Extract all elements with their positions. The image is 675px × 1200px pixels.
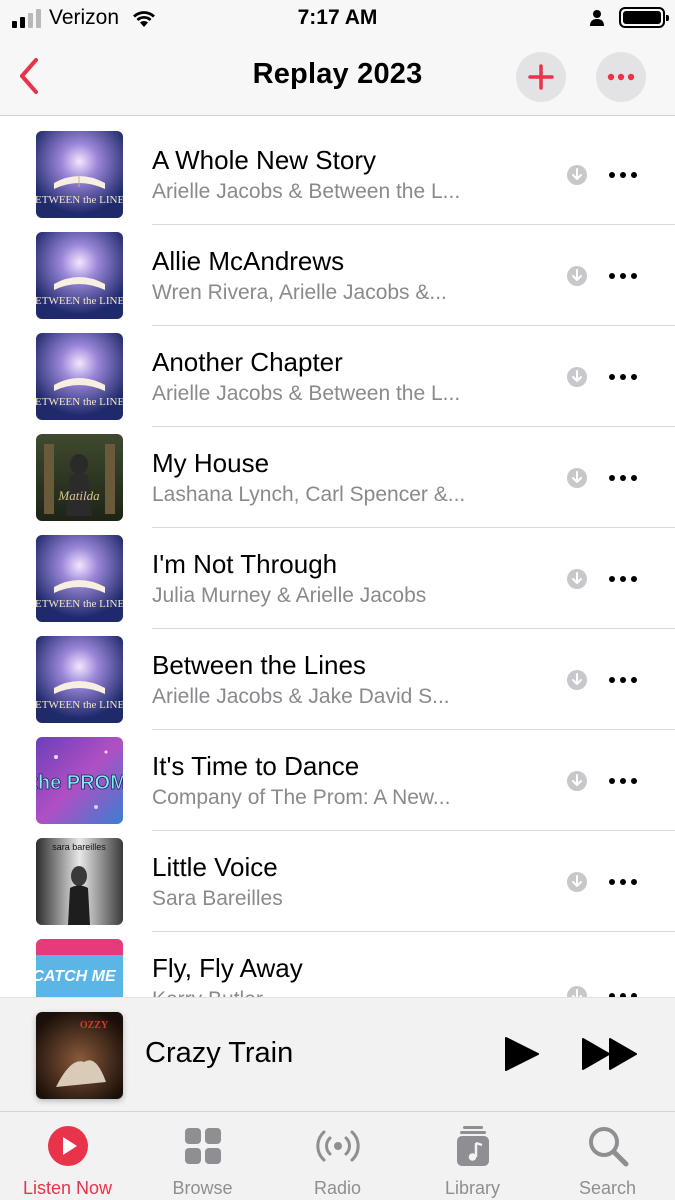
song-artist: Kerry Butler bbox=[152, 987, 552, 997]
svg-text:BETWEEN the LINES: BETWEEN the LINES bbox=[36, 295, 123, 307]
row-more-icon[interactable] bbox=[608, 675, 638, 685]
album-art: Matilda bbox=[36, 434, 123, 521]
row-more-icon[interactable] bbox=[608, 574, 638, 584]
tab-label: Search bbox=[578, 1178, 637, 1198]
song-artist: Arielle Jacobs & Between the L... bbox=[152, 180, 461, 203]
svg-text:Matilda: Matilda bbox=[57, 488, 100, 503]
row-more-icon[interactable] bbox=[608, 776, 638, 786]
play-circle-icon bbox=[48, 1126, 88, 1166]
song-row[interactable]: BETWEEN the LINES I'm Not Through Julia … bbox=[0, 521, 675, 629]
album-art: BETWEEN the LINES bbox=[36, 333, 123, 420]
page-title: Replay 2023 bbox=[252, 58, 423, 90]
download-icon[interactable] bbox=[566, 669, 588, 691]
song-title: Little Voice bbox=[152, 852, 278, 882]
album-art: the PROM bbox=[36, 737, 123, 824]
row-more-icon[interactable] bbox=[608, 271, 638, 281]
song-title: Allie McAndrews bbox=[152, 246, 345, 276]
song-title: I'm Not Through bbox=[152, 549, 338, 579]
song-row[interactable]: BETWEEN the LINES Allie McAndrews Wren R… bbox=[0, 218, 675, 326]
album-art: CATCH ME bbox=[36, 939, 123, 997]
song-artist: Sara Bareilles bbox=[152, 887, 283, 910]
song-row[interactable]: BETWEEN the LINES Another Chapter Ariell… bbox=[0, 319, 675, 427]
fast-forward-icon[interactable] bbox=[580, 1036, 640, 1072]
download-icon[interactable] bbox=[566, 568, 588, 590]
tab-search[interactable]: Search bbox=[540, 1120, 675, 1200]
song-title: Between the Lines bbox=[152, 650, 366, 680]
download-icon[interactable] bbox=[566, 164, 588, 186]
mini-player[interactable]: OZZY Crazy Train bbox=[0, 997, 675, 1111]
download-icon[interactable] bbox=[566, 770, 588, 792]
song-row[interactable]: CATCH ME Fly, Fly Away Kerry Butler bbox=[0, 925, 675, 997]
song-title: Another Chapter bbox=[152, 347, 343, 377]
grid-icon bbox=[185, 1128, 221, 1164]
download-icon[interactable] bbox=[566, 265, 588, 287]
song-artist: Lashana Lynch, Carl Spencer &... bbox=[152, 483, 466, 506]
song-title: Fly, Fly Away bbox=[152, 953, 303, 983]
tab-label: Radio bbox=[313, 1178, 362, 1198]
svg-text:OZZY: OZZY bbox=[80, 1020, 109, 1031]
row-more-icon[interactable] bbox=[608, 372, 638, 382]
tab-label: Listen Now bbox=[22, 1178, 113, 1198]
plus-icon bbox=[528, 64, 554, 90]
play-icon[interactable] bbox=[503, 1036, 541, 1072]
song-artist: Arielle Jacobs & Jake David S... bbox=[152, 685, 450, 708]
svg-text:sara bareilles: sara bareilles bbox=[52, 842, 106, 852]
song-title: It's Time to Dance bbox=[152, 751, 360, 781]
search-icon bbox=[589, 1127, 629, 1167]
row-more-icon[interactable] bbox=[608, 170, 638, 180]
song-row[interactable]: the PROM It's Time to Dance Company of T… bbox=[0, 723, 675, 831]
song-row[interactable]: BETWEEN the LINES Between the Lines Arie… bbox=[0, 622, 675, 730]
nav-bar: Replay 2023 bbox=[0, 38, 675, 116]
more-options-button[interactable] bbox=[596, 52, 646, 102]
song-title: My House bbox=[152, 448, 270, 478]
radio-waves-icon bbox=[316, 1130, 360, 1162]
download-icon[interactable] bbox=[566, 871, 588, 893]
row-more-icon[interactable] bbox=[608, 473, 638, 483]
album-art: BETWEEN the LINES bbox=[36, 535, 123, 622]
download-icon[interactable] bbox=[566, 467, 588, 489]
svg-text:CATCH ME: CATCH ME bbox=[36, 968, 117, 985]
svg-text:BETWEEN the LINES: BETWEEN the LINES bbox=[36, 598, 123, 610]
song-row[interactable]: Matilda My House Lashana Lynch, Carl Spe… bbox=[0, 420, 675, 528]
album-art: BETWEEN the LINES bbox=[36, 636, 123, 723]
now-playing-art: OZZY bbox=[36, 1012, 123, 1099]
tab-radio[interactable]: Radio bbox=[270, 1120, 405, 1200]
song-title: A Whole New Story bbox=[152, 145, 376, 175]
song-row[interactable]: BETWEEN the LINES A Whole New Story Arie… bbox=[0, 117, 675, 225]
person-icon bbox=[590, 9, 604, 26]
tab-label: Library bbox=[444, 1178, 501, 1198]
song-artist: Company of The Prom: A New... bbox=[152, 786, 451, 809]
add-button[interactable] bbox=[516, 52, 566, 102]
svg-text:BETWEEN the LINES: BETWEEN the LINES bbox=[36, 396, 123, 408]
ellipsis-icon bbox=[607, 73, 635, 81]
svg-text:BETWEEN the LINES: BETWEEN the LINES bbox=[36, 699, 123, 711]
album-art: sara bareilles bbox=[36, 838, 123, 925]
download-icon[interactable] bbox=[566, 366, 588, 388]
album-art: BETWEEN the LINES bbox=[36, 131, 123, 218]
album-art: BETWEEN the LINES bbox=[36, 232, 123, 319]
status-time: 7:17 AM bbox=[297, 6, 378, 29]
svg-text:the PROM: the PROM bbox=[36, 772, 123, 794]
song-list: BETWEEN the LINES A Whole New Story Arie… bbox=[0, 117, 675, 997]
music-library-icon bbox=[457, 1126, 489, 1166]
song-artist: Julia Murney & Arielle Jacobs bbox=[152, 584, 427, 607]
tab-bar: Listen Now Browse Radio Library Search bbox=[0, 1111, 675, 1200]
svg-text:BETWEEN the LINES: BETWEEN the LINES bbox=[36, 194, 123, 206]
now-playing-title: Crazy Train bbox=[145, 1037, 294, 1069]
tab-browse[interactable]: Browse bbox=[135, 1120, 270, 1200]
status-bar: Verizon 7:17 AM bbox=[0, 0, 675, 38]
row-more-icon[interactable] bbox=[608, 877, 638, 887]
download-icon[interactable] bbox=[566, 985, 588, 997]
tab-listen-now[interactable]: Listen Now bbox=[0, 1120, 135, 1200]
song-artist: Wren Rivera, Arielle Jacobs &... bbox=[152, 281, 447, 304]
battery-icon bbox=[619, 7, 669, 28]
song-artist: Arielle Jacobs & Between the L... bbox=[152, 382, 461, 405]
tab-label: Browse bbox=[172, 1178, 233, 1198]
tab-library[interactable]: Library bbox=[405, 1120, 540, 1200]
song-row[interactable]: sara bareilles Little Voice Sara Bareill… bbox=[0, 824, 675, 932]
